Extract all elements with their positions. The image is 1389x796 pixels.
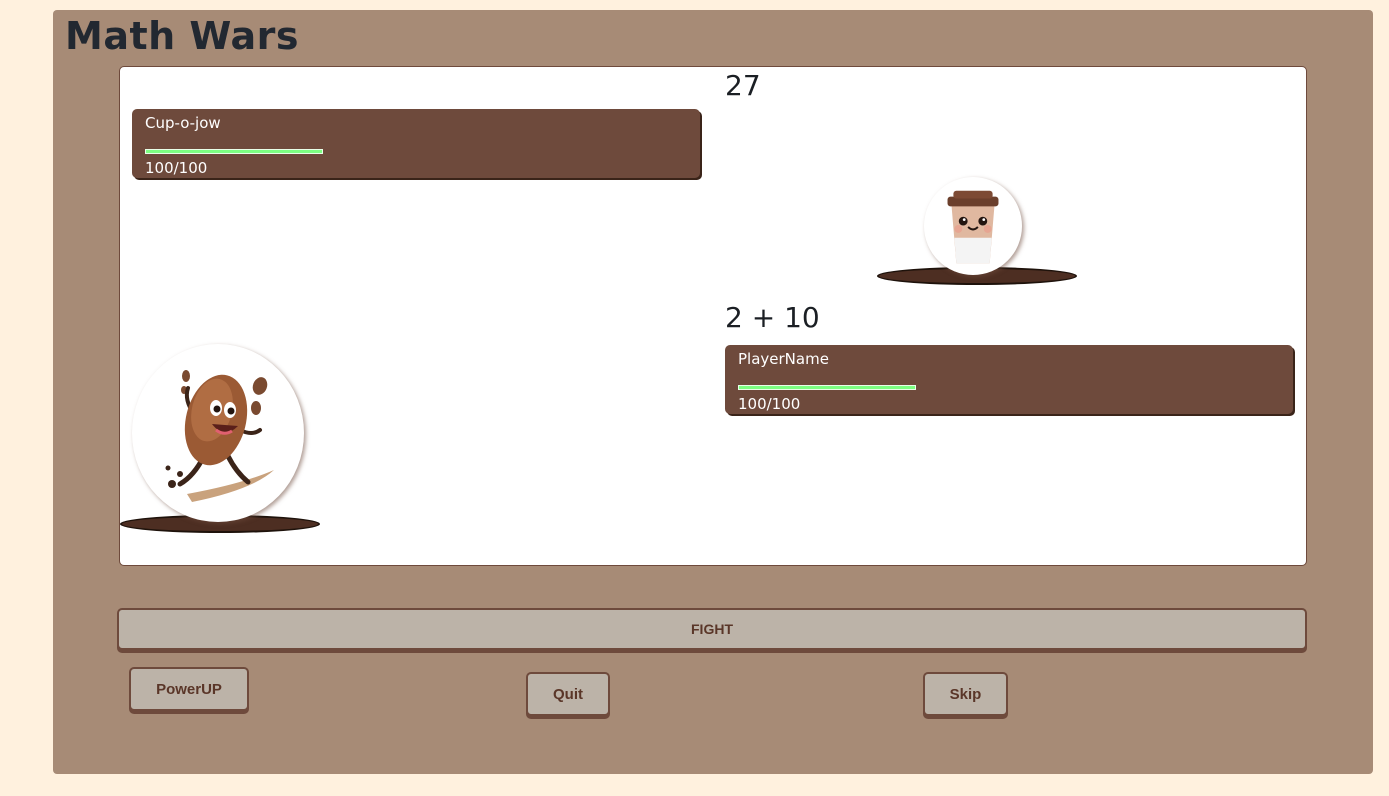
player-hp-text: 100/100	[738, 395, 801, 413]
fight-button[interactable]: FIGHT	[117, 608, 1307, 650]
powerup-button[interactable]: PowerUP	[129, 667, 249, 711]
player-status-box: PlayerName 100/100	[725, 345, 1293, 414]
player-hp-bar	[738, 385, 916, 390]
math-question: 2 + 10	[725, 301, 820, 334]
enemy-status-box: Cup-o-jow 100/100	[132, 109, 700, 178]
player-avatar-image	[133, 345, 303, 521]
player-hp-bar-fill	[739, 386, 915, 389]
enemy-hp-bar-fill	[146, 150, 322, 153]
enemy-number: 27	[725, 69, 761, 102]
enemy-hp-text: 100/100	[145, 159, 208, 177]
enemy-name: Cup-o-jow	[145, 114, 221, 132]
player-name: PlayerName	[738, 350, 829, 368]
game-frame: Math Wars Cup-o-jow 100/100 27 2 + 10 Pl…	[53, 10, 1373, 774]
skip-button[interactable]: Skip	[923, 672, 1008, 716]
coffee-bean-surfer-icon	[132, 344, 304, 522]
battle-arena: Cup-o-jow 100/100 27 2 + 10 PlayerName 1…	[119, 66, 1307, 566]
quit-button[interactable]: Quit	[526, 672, 610, 716]
enemy-hp-bar	[145, 149, 323, 154]
enemy-avatar-image	[924, 177, 1022, 275]
page-title: Math Wars	[65, 14, 299, 58]
coffee-cup-character-icon	[924, 177, 1022, 275]
